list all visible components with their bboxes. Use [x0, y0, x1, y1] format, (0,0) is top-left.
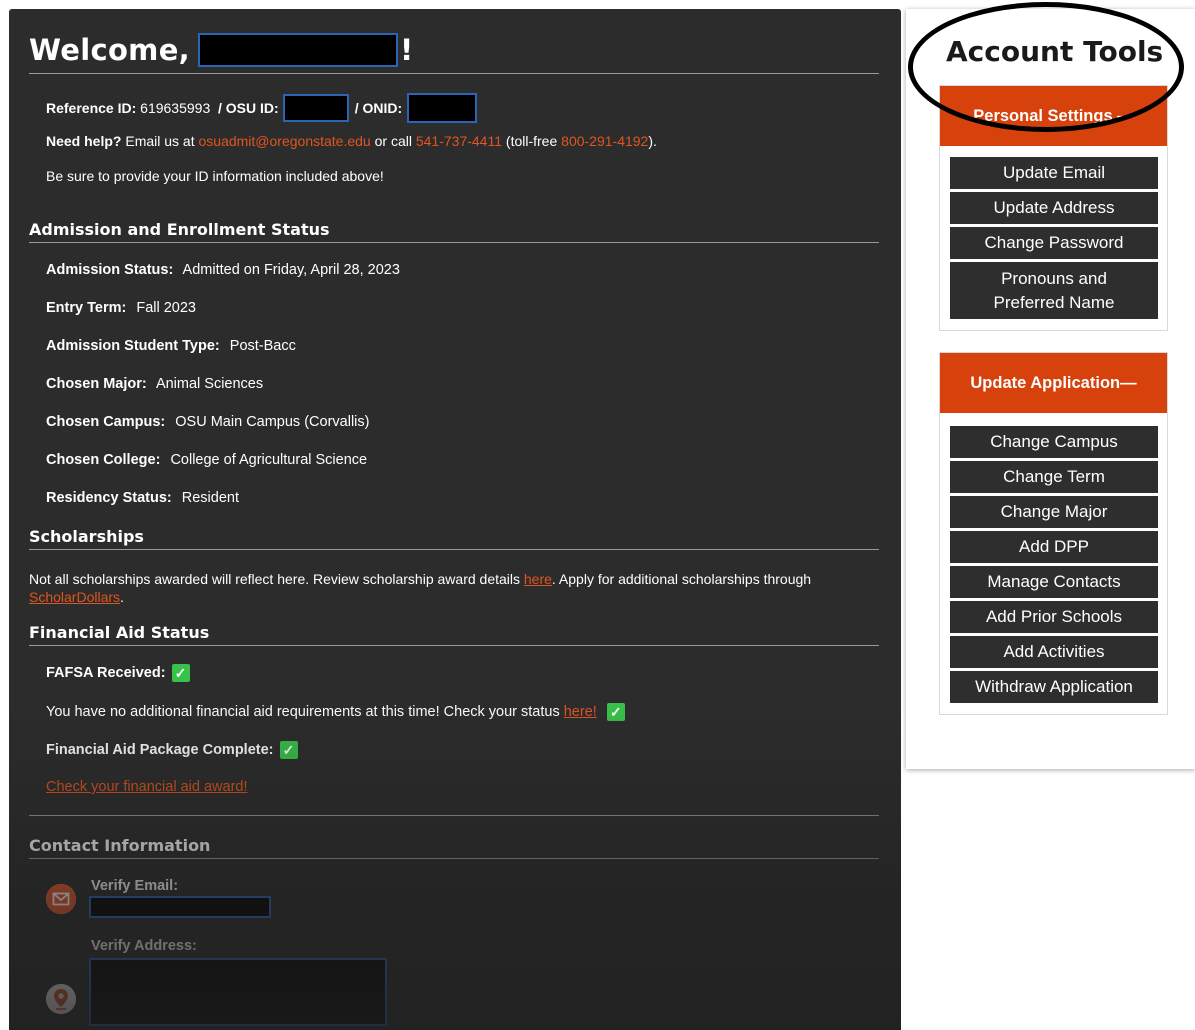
field-admission-status: Admission Status: Admitted on Friday, Ap… — [46, 262, 400, 278]
divider — [29, 858, 879, 859]
verify-address-label: Verify Address: — [91, 938, 197, 954]
main-panel: Welcome, ! Reference ID: 619635993 / OSU… — [9, 9, 901, 1030]
welcome-exclaim: ! — [399, 33, 414, 67]
add-activities-button[interactable]: Add Activities — [949, 635, 1159, 669]
section-scholarships: Scholarships — [29, 527, 144, 546]
map-pin-icon — [46, 984, 76, 1014]
redacted-onid — [407, 93, 478, 123]
divider — [29, 645, 879, 646]
scholarships-text-1: Not all scholarships awarded will reflec… — [29, 571, 520, 587]
update-application-group: Update Application— Change Campus Change… — [939, 352, 1168, 715]
verify-address-line: Verify Address: — [91, 938, 197, 954]
redacted-email — [89, 896, 271, 918]
field-label: Chosen College: — [46, 452, 161, 468]
reference-id-value: 619635993 — [140, 100, 211, 116]
help-text-2: or call — [374, 133, 412, 149]
divider — [29, 815, 879, 816]
help-email-link[interactable]: osuadmit@oregonstate.edu — [199, 133, 371, 149]
field-label: Chosen Major: — [46, 376, 147, 392]
account-tools-title: Account Tools — [946, 35, 1164, 68]
award-line: Check your financial aid award! — [46, 779, 248, 795]
redacted-osu-id — [282, 94, 349, 122]
account-tools-sidebar: Account Tools Personal Settings — Update… — [906, 9, 1195, 769]
help-lead: Need help? — [46, 133, 122, 149]
field-student-type: Admission Student Type: Post-Bacc — [46, 338, 296, 354]
id-line: Reference ID: 619635993 / OSU ID: / ONID… — [46, 93, 478, 123]
scholarship-details-link[interactable]: here — [524, 571, 552, 587]
pronouns-preferred-name-button[interactable]: Pronouns and Preferred Name — [949, 261, 1159, 320]
add-prior-schools-button[interactable]: Add Prior Schools — [949, 600, 1159, 634]
checkmark-icon: ✓ — [171, 664, 190, 682]
checkmark-icon: ✓ — [606, 703, 625, 721]
help-text-4: ). — [648, 133, 657, 149]
personal-settings-group: Personal Settings — Update Email Update … — [939, 85, 1168, 331]
update-address-button[interactable]: Update Address — [949, 191, 1159, 225]
reference-id-label: Reference ID: — [46, 100, 137, 116]
help-line: Need help? Email us at osuadmit@oregonst… — [46, 133, 657, 149]
change-password-button[interactable]: Change Password — [949, 226, 1159, 260]
reminder-text: Be sure to provide your ID information i… — [46, 168, 384, 184]
field-value: College of Agricultural Science — [170, 452, 368, 468]
change-major-button[interactable]: Change Major — [949, 495, 1159, 529]
personal-settings-header[interactable]: Personal Settings — — [940, 86, 1167, 146]
field-value: Post-Bacc — [229, 338, 296, 354]
fafsa-line: FAFSA Received: ✓ — [46, 664, 190, 682]
change-term-button[interactable]: Change Term — [949, 460, 1159, 494]
onid-label: / ONID: — [354, 100, 403, 116]
verify-email-line: Verify Email: — [91, 878, 178, 894]
requirements-text: You have no additional financial aid req… — [46, 704, 560, 720]
field-major: Chosen Major: Animal Sciences — [46, 376, 263, 392]
osu-id-label: / OSU ID: — [218, 100, 279, 116]
financial-aid-award-link[interactable]: Check your financial aid award! — [46, 779, 248, 795]
requirements-line: You have no additional financial aid req… — [46, 703, 625, 721]
status-here-link[interactable]: here! — [564, 704, 597, 720]
scholarships-text-3: . — [120, 589, 124, 605]
envelope-icon — [46, 884, 76, 914]
checkmark-icon: ✓ — [279, 741, 298, 759]
field-value: Resident — [181, 490, 239, 506]
field-value: Fall 2023 — [136, 300, 196, 316]
scholarships-text-2: . Apply for additional scholarships thro… — [551, 571, 812, 587]
help-text-3: (toll-free — [505, 133, 558, 149]
field-label: Admission Status: — [46, 262, 174, 278]
package-label: Financial Aid Package Complete: — [46, 742, 274, 758]
welcome-heading: Welcome, ! — [29, 33, 414, 67]
redacted-name — [197, 33, 398, 67]
field-college: Chosen College: College of Agricultural … — [46, 452, 367, 468]
section-contact: Contact Information — [29, 836, 211, 855]
change-campus-button[interactable]: Change Campus — [949, 425, 1159, 459]
package-line: Financial Aid Package Complete: ✓ — [46, 741, 298, 759]
field-value: OSU Main Campus (Corvallis) — [175, 414, 370, 430]
field-entry-term: Entry Term: Fall 2023 — [46, 300, 196, 316]
withdraw-application-button[interactable]: Withdraw Application — [949, 670, 1159, 704]
fafsa-label: FAFSA Received: — [46, 665, 166, 681]
verify-email-label: Verify Email: — [91, 878, 179, 894]
help-phone-link[interactable]: 541-737-4411 — [416, 133, 502, 149]
field-label: Residency Status: — [46, 490, 172, 506]
field-residency: Residency Status: Resident — [46, 490, 239, 506]
section-financial-aid: Financial Aid Status — [29, 623, 210, 642]
divider — [29, 73, 879, 74]
field-label: Entry Term: — [46, 300, 127, 316]
welcome-text: Welcome, — [29, 33, 190, 67]
field-campus: Chosen Campus: OSU Main Campus (Corvalli… — [46, 414, 369, 430]
manage-contacts-button[interactable]: Manage Contacts — [949, 565, 1159, 599]
field-label: Chosen Campus: — [46, 414, 166, 430]
field-label: Admission Student Type: — [46, 338, 220, 354]
field-value: Animal Sciences — [155, 376, 264, 392]
divider — [29, 242, 879, 243]
divider — [29, 549, 879, 550]
update-email-button[interactable]: Update Email — [949, 156, 1159, 190]
field-value: Admitted on Friday, April 28, 2023 — [182, 262, 400, 278]
scholardollars-link[interactable]: ScholarDollars — [29, 589, 120, 605]
update-application-header[interactable]: Update Application— — [940, 353, 1167, 413]
redacted-address — [89, 958, 387, 1026]
help-tollfree-link[interactable]: 800-291-4192 — [561, 133, 648, 149]
scholarships-text: Not all scholarships awarded will reflec… — [29, 570, 819, 606]
section-admission: Admission and Enrollment Status — [29, 220, 330, 239]
add-dpp-button[interactable]: Add DPP — [949, 530, 1159, 564]
help-text-1: Email us at — [125, 133, 195, 149]
